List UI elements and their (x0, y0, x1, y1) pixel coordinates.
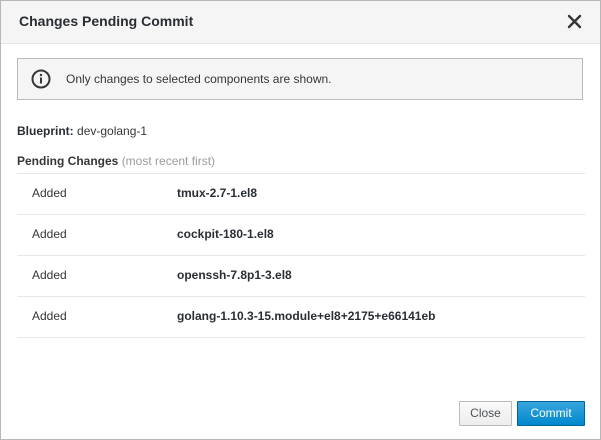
change-package: golang-1.10.3-15.module+el8+2175+e66141e… (177, 309, 436, 323)
dialog-title: Changes Pending Commit (19, 13, 194, 29)
list-item: Added golang-1.10.3-15.module+el8+2175+e… (17, 296, 585, 338)
blueprint-name: dev-golang-1 (77, 124, 148, 138)
change-action: Added (32, 227, 67, 241)
dialog-header: Changes Pending Commit (1, 1, 600, 44)
changes-pending-commit-dialog: Changes Pending Commit Only changes to s… (0, 0, 601, 440)
info-alert: Only changes to selected components are … (17, 58, 583, 100)
pending-changes-title: Pending Changes (17, 154, 119, 168)
change-action: Added (32, 268, 67, 282)
list-item: Added openssh-7.8p1-3.el8 (17, 255, 585, 296)
list-item: Added tmux-2.7-1.el8 (17, 173, 585, 214)
blueprint-label: Blueprint: (17, 124, 74, 138)
alert-message: Only changes to selected components are … (66, 72, 332, 86)
change-package: openssh-7.8p1-3.el8 (177, 268, 292, 282)
pending-changes-heading: Pending Changes (most recent first) (17, 154, 215, 168)
list-item: Added cockpit-180-1.el8 (17, 214, 585, 255)
close-button[interactable]: Close (459, 401, 512, 426)
commit-button[interactable]: Commit (517, 401, 585, 426)
change-action: Added (32, 309, 67, 323)
change-package: cockpit-180-1.el8 (177, 227, 274, 241)
close-icon[interactable] (566, 11, 584, 31)
blueprint-info: Blueprint: dev-golang-1 (17, 124, 147, 138)
pending-changes-subtitle: (most recent first) (121, 154, 216, 168)
change-package: tmux-2.7-1.el8 (177, 186, 258, 200)
pending-changes-list: Added tmux-2.7-1.el8 Added cockpit-180-1… (17, 173, 585, 338)
info-icon (31, 69, 51, 89)
change-action: Added (32, 186, 67, 200)
